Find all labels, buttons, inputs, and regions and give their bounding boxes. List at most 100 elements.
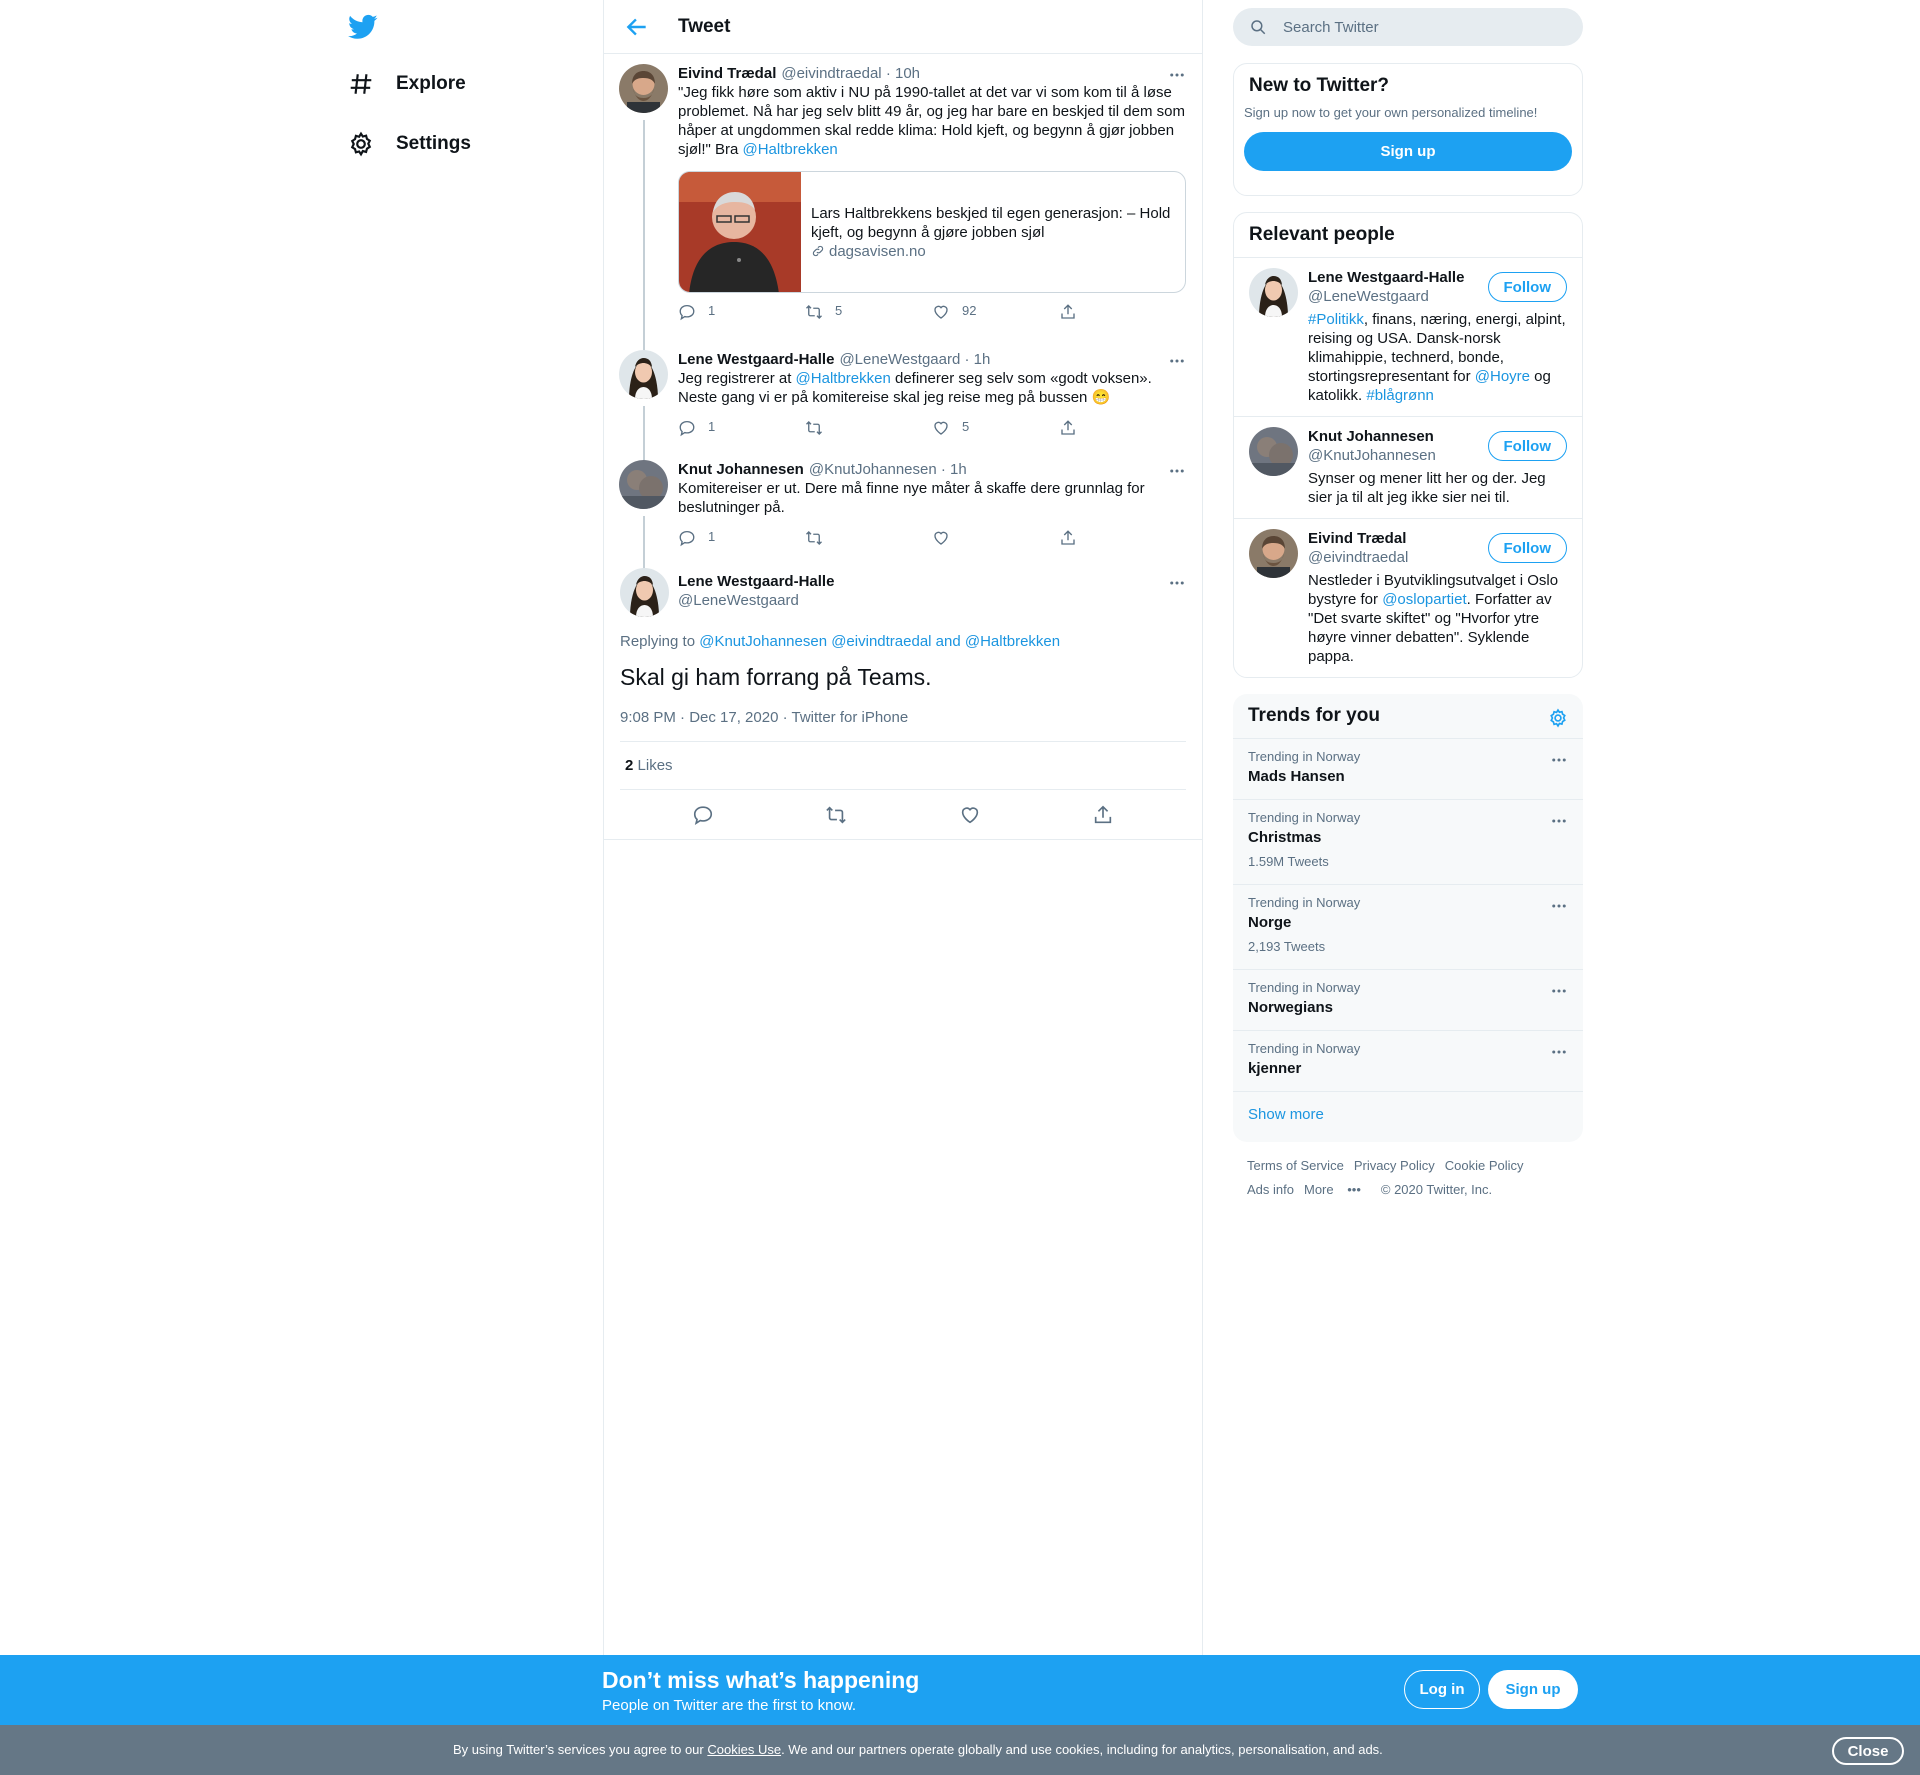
avatar-knut[interactable]	[1249, 427, 1298, 476]
login-button[interactable]: Log in	[1404, 1670, 1480, 1709]
person-bio: Synser og mener litt her og der. Jeg sie…	[1308, 470, 1546, 506]
card-domain: dagsavisen.no	[829, 242, 926, 260]
mention-link[interactable]: @Haltbrekken	[796, 370, 891, 387]
likes-summary[interactable]: 2 Likes	[620, 742, 1186, 790]
author-name[interactable]: Knut Johannesen	[678, 460, 804, 479]
cookie-banner: By using Twitter’s services you agree to…	[0, 1725, 1920, 1775]
mention-link[interactable]: @Hoyre	[1475, 368, 1530, 385]
like-count: 5	[962, 419, 970, 434]
author-name[interactable]: Lene Westgaard-Halle	[678, 350, 834, 369]
reply-icon[interactable]	[692, 804, 714, 826]
author-name[interactable]: Lene Westgaard-Halle	[678, 572, 1186, 591]
cookie-text-suffix: . We and our partners operate globally a…	[781, 1742, 1383, 1757]
avatar-eivind[interactable]	[619, 64, 668, 113]
more-options-icon[interactable]	[1168, 462, 1186, 480]
trend-item[interactable]: Trending in Norway Mads Hansen	[1233, 738, 1583, 799]
privacy-link[interactable]: Privacy Policy	[1354, 1158, 1435, 1173]
reply-button[interactable]: 1	[678, 529, 805, 547]
more-link-label: More	[1303, 1182, 1334, 1197]
trend-item[interactable]: Trending in Norway Norwegians	[1233, 969, 1583, 1030]
retweet-button[interactable]	[805, 529, 932, 547]
author-name[interactable]: Eivind Trædal	[678, 64, 776, 83]
retweet-button[interactable]	[805, 419, 932, 437]
person-card[interactable]: Knut Johannesen @KnutJohannesen Synser o…	[1234, 416, 1582, 518]
like-button[interactable]	[932, 529, 1059, 547]
like-button[interactable]: 5	[932, 419, 1059, 437]
gear-icon	[350, 131, 372, 157]
trend-context: Trending in Norway	[1248, 749, 1361, 764]
person-card[interactable]: Eivind Trædal @eivindtraedal Nestleder i…	[1234, 518, 1582, 677]
avatar-lene[interactable]	[620, 568, 669, 617]
cookie-policy-link[interactable]: Cookie Policy	[1445, 1158, 1524, 1173]
more-options-icon[interactable]	[1550, 812, 1568, 830]
signup-button[interactable]: Sign up	[1244, 132, 1572, 171]
follow-button[interactable]: Follow	[1487, 533, 1567, 563]
cookies-use-link[interactable]: Cookies Use	[707, 1742, 781, 1757]
trend-context: Trending in Norway	[1248, 895, 1361, 910]
tweet-time[interactable]: · 1h	[941, 460, 967, 479]
tweet-text: Jeg registrerer at @Haltbrekken definere…	[678, 369, 1186, 409]
more-options-icon[interactable]	[1550, 1043, 1568, 1061]
person-card[interactable]: Lene Westgaard-Halle @LeneWestgaard #Pol…	[1234, 257, 1582, 416]
reply-button[interactable]: 1	[678, 303, 805, 321]
mention-link[interactable]: @Haltbrekken	[743, 141, 838, 158]
heart-icon	[934, 305, 948, 319]
follow-button[interactable]: Follow	[1487, 431, 1567, 461]
signup-button[interactable]: Sign up	[1488, 1670, 1578, 1709]
nav-settings[interactable]: Settings	[348, 124, 471, 164]
trend-item[interactable]: Trending in Norway kjenner	[1233, 1030, 1583, 1091]
ads-info-link[interactable]: Ads info	[1247, 1182, 1294, 1197]
share-button[interactable]	[1059, 529, 1186, 547]
more-link[interactable]: More •••	[1304, 1182, 1371, 1197]
avatar-knut[interactable]	[619, 460, 668, 509]
more-options-icon[interactable]	[1550, 897, 1568, 915]
reply-button[interactable]: 1	[678, 419, 805, 437]
share-icon	[1061, 530, 1075, 545]
close-button[interactable]: Close	[1832, 1737, 1904, 1765]
author-handle[interactable]: @LeneWestgaard	[678, 591, 1186, 610]
tweet-text: "Jeg fikk høre som aktiv i NU på 1990-ta…	[678, 83, 1186, 159]
retweet-button[interactable]: 5	[805, 303, 932, 321]
retweet-icon	[806, 421, 822, 435]
share-button[interactable]	[1059, 303, 1186, 321]
twitter-logo-icon[interactable]	[348, 12, 378, 42]
more-options-icon[interactable]	[1550, 751, 1568, 769]
retweet-icon	[806, 531, 822, 545]
avatar-lene[interactable]	[1249, 268, 1298, 317]
share-icon[interactable]	[1092, 804, 1114, 826]
link-card[interactable]: Lars Haltbrekkens beskjed til egen gener…	[678, 171, 1186, 293]
mention-link[interactable]: @oslopartiet	[1382, 591, 1466, 608]
replying-to-mentions[interactable]: @KnutJohannesen @eivindtraedal and @Halt…	[699, 633, 1060, 650]
back-arrow-icon[interactable]	[624, 14, 650, 40]
tweet-actions: 1	[678, 529, 1186, 547]
show-more-link[interactable]: Show more	[1233, 1091, 1583, 1133]
nav-explore[interactable]: Explore	[348, 64, 466, 104]
tweet-time[interactable]: · 10h	[886, 64, 920, 83]
tweet-time[interactable]: · 1h	[964, 350, 990, 369]
thread-tweet-1[interactable]: Eivind Trædal @eivindtraedal · 10h "Jeg …	[604, 64, 1202, 352]
thread-tweet-3[interactable]: Knut Johannesen @KnutJohannesen · 1h Kom…	[604, 460, 1202, 570]
terms-link[interactable]: Terms of Service	[1247, 1158, 1344, 1173]
more-options-icon[interactable]	[1550, 982, 1568, 1000]
heart-icon[interactable]	[959, 804, 981, 826]
thread-tweet-2[interactable]: Lene Westgaard-Halle @LeneWestgaard · 1h…	[604, 350, 1202, 462]
share-button[interactable]	[1059, 419, 1186, 437]
like-button[interactable]: 92	[932, 303, 1059, 321]
hashtag-link[interactable]: #blågrønn	[1366, 387, 1434, 404]
nav-explore-label: Explore	[396, 73, 466, 94]
more-options-icon[interactable]	[1168, 574, 1186, 592]
trend-name: kjenner	[1248, 1060, 1302, 1077]
more-options-icon[interactable]	[1168, 352, 1186, 370]
trend-item[interactable]: Trending in Norway Christmas 1.59M Tweet…	[1233, 799, 1583, 884]
retweet-icon[interactable]	[825, 804, 847, 826]
follow-button[interactable]: Follow	[1487, 272, 1567, 302]
avatar-eivind[interactable]	[1249, 529, 1298, 578]
tweet-timestamp[interactable]: 9:08 PM · Dec 17, 2020 · Twitter for iPh…	[620, 709, 1186, 742]
avatar-lene[interactable]	[619, 350, 668, 399]
hashtag-link[interactable]: #Politikk	[1308, 311, 1364, 328]
more-options-icon[interactable]	[1168, 66, 1186, 84]
search-box[interactable]: Search Twitter	[1233, 8, 1583, 46]
search-input[interactable]: Search Twitter	[1283, 19, 1379, 36]
trend-item[interactable]: Trending in Norway Norge 2,193 Tweets	[1233, 884, 1583, 969]
settings-gear-icon[interactable]	[1548, 708, 1568, 728]
